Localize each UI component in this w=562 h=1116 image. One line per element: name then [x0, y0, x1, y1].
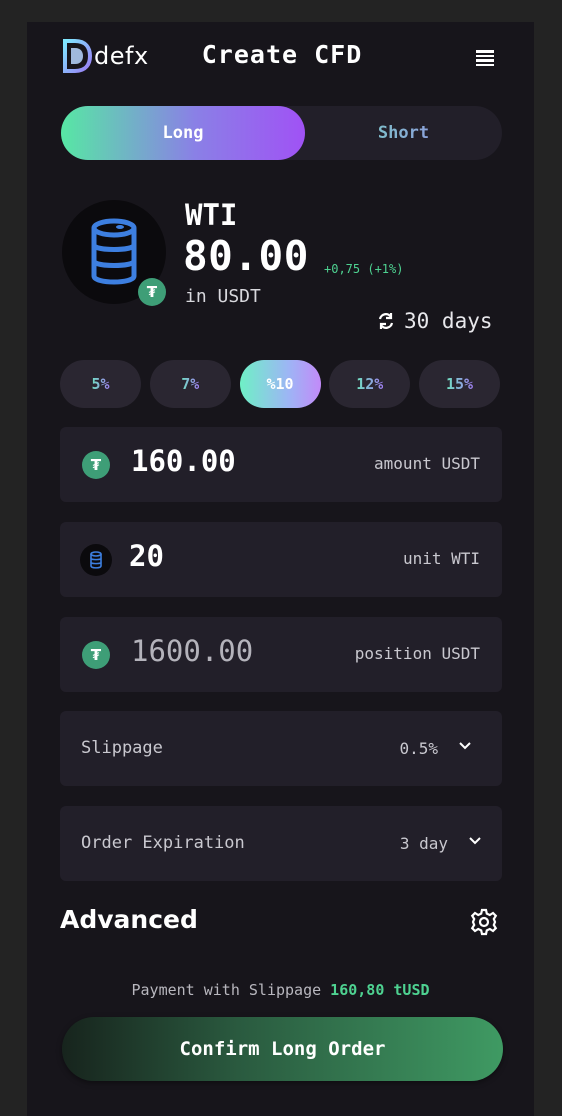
- leverage-options: 5% 7% %10 12% 15%: [60, 360, 500, 408]
- unit-label: unit WTI: [402, 549, 480, 568]
- duration-selector[interactable]: 30 days: [376, 309, 493, 333]
- brand-logo[interactable]: defx: [62, 39, 182, 73]
- position-value[interactable]: 1600.00: [131, 634, 253, 668]
- duration-label: 30 days: [404, 309, 493, 333]
- menu-icon[interactable]: [473, 48, 497, 68]
- leverage-option-15[interactable]: 15%: [419, 360, 500, 408]
- slippage-value: 0.5%: [399, 739, 438, 758]
- app-screen: defx Create CFD Long Short ₮ WTI 80.00 +…: [27, 22, 534, 1116]
- expiration-value: 3 day: [399, 834, 448, 853]
- expiration-label: Order Expiration: [81, 833, 245, 853]
- payment-summary: Payment with Slippage 160,80 tUSD: [27, 981, 534, 999]
- confirm-order-button[interactable]: Confirm Long Order: [62, 1017, 503, 1081]
- leverage-option-10[interactable]: %10: [239, 360, 321, 408]
- tether-icon: ₮: [82, 641, 110, 669]
- leverage-option-12[interactable]: 12%: [329, 360, 411, 408]
- brand-name: defx: [94, 42, 149, 70]
- tether-icon: ₮: [82, 451, 110, 479]
- expiration-select[interactable]: Order Expiration 3 day: [60, 806, 502, 881]
- chevron-down-icon: [469, 837, 481, 845]
- leverage-option-5[interactable]: 5%: [60, 360, 141, 408]
- amount-field[interactable]: ₮ 160.00 amount USDT: [60, 427, 502, 502]
- unit-value[interactable]: 20: [129, 539, 164, 573]
- unit-field[interactable]: 20 unit WTI: [60, 522, 502, 597]
- asset-symbol: WTI: [185, 198, 238, 232]
- payment-amount: 160,80 tUSD: [330, 981, 430, 999]
- tab-long[interactable]: Long: [61, 106, 305, 160]
- chevron-down-icon: [459, 742, 471, 750]
- repeat-icon: [378, 313, 394, 329]
- slippage-select[interactable]: Slippage 0.5%: [60, 711, 502, 786]
- quote-currency: in USDT: [185, 286, 261, 307]
- position-field[interactable]: ₮ 1600.00 position USDT: [60, 617, 502, 692]
- payment-label: Payment with Slippage: [131, 981, 322, 999]
- side-toggle: Long Short: [61, 106, 502, 160]
- price-change: +0,75 (+1%): [324, 262, 404, 276]
- leverage-option-7[interactable]: 7%: [149, 360, 231, 408]
- tether-icon: ₮: [138, 278, 166, 306]
- tab-short[interactable]: Short: [305, 106, 502, 160]
- defx-logo-icon: [63, 39, 92, 73]
- amount-label: amount USDT: [374, 454, 480, 473]
- amount-value[interactable]: 160.00: [131, 444, 236, 478]
- asset-price: 80.00: [183, 232, 309, 280]
- gear-icon[interactable]: [470, 908, 498, 936]
- slippage-label: Slippage: [81, 738, 163, 758]
- position-label: position USDT: [354, 644, 480, 663]
- oil-barrel-icon: [80, 544, 112, 576]
- page-title: Create CFD: [201, 40, 363, 69]
- advanced-heading[interactable]: Advanced: [60, 905, 198, 934]
